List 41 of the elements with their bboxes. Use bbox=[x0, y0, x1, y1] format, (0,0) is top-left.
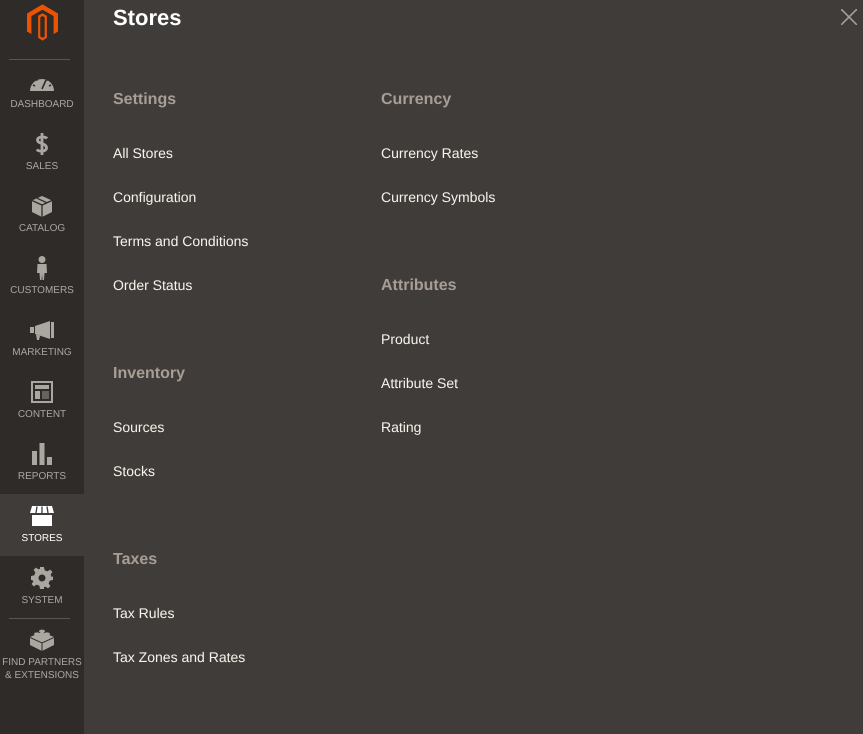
person-icon bbox=[36, 256, 48, 280]
close-icon bbox=[841, 9, 857, 25]
section-heading: Attributes bbox=[381, 276, 457, 296]
section-heading: Inventory bbox=[113, 364, 186, 384]
menu-link[interactable]: All Stores bbox=[113, 143, 173, 163]
sidebar-item[interactable]: DASHBOARD bbox=[0, 60, 84, 122]
megaphone-icon bbox=[30, 320, 54, 340]
section-heading: Settings bbox=[113, 90, 176, 110]
menu-link[interactable]: Stocks bbox=[113, 461, 156, 481]
sidebar-item[interactable]: CATALOG bbox=[0, 184, 84, 246]
panel-title: Stores bbox=[113, 4, 182, 32]
section-heading: Currency bbox=[381, 90, 452, 110]
menu-link[interactable]: Currency Symbols bbox=[381, 187, 496, 207]
logo-icon[interactable] bbox=[26, 4, 58, 41]
menu-link[interactable]: Terms and Conditions bbox=[113, 231, 248, 251]
section-heading: Taxes bbox=[113, 550, 158, 570]
sidebar-item[interactable]: STORES bbox=[0, 494, 84, 556]
menu-link[interactable]: Attribute Set bbox=[381, 373, 458, 393]
box-icon bbox=[32, 196, 52, 216]
layout-icon bbox=[31, 381, 53, 403]
storefront-icon bbox=[30, 506, 54, 526]
menu-link[interactable]: Order Status bbox=[113, 275, 192, 295]
brick-icon bbox=[30, 629, 54, 651]
gear-icon bbox=[31, 567, 53, 589]
sidebar-item[interactable]: REPORTS bbox=[0, 432, 84, 494]
sidebar-item[interactable]: CONTENT bbox=[0, 370, 84, 432]
menu-link[interactable]: Configuration bbox=[113, 187, 196, 207]
sidebar-item[interactable]: CUSTOMERS bbox=[0, 246, 84, 308]
bar-chart-icon bbox=[32, 443, 52, 465]
sidebar-item[interactable]: SYSTEM bbox=[0, 556, 84, 618]
menu-link[interactable]: Sources bbox=[113, 417, 164, 437]
sidebar-item[interactable]: SALES bbox=[0, 122, 84, 184]
sidebar-item[interactable]: MARKETING bbox=[0, 308, 84, 370]
menu-link[interactable]: Product bbox=[381, 329, 430, 349]
dollar-icon bbox=[35, 133, 49, 155]
menu-link[interactable]: Currency Rates bbox=[381, 143, 478, 163]
menu-link[interactable]: Tax Zones and Rates bbox=[113, 647, 246, 667]
menu-link[interactable]: Rating bbox=[381, 417, 422, 437]
close-button[interactable] bbox=[841, 9, 857, 25]
sidebar-item[interactable]: FIND PARTNERS & EXTENSIONS bbox=[0, 619, 84, 689]
menu-link[interactable]: Tax Rules bbox=[113, 603, 174, 623]
